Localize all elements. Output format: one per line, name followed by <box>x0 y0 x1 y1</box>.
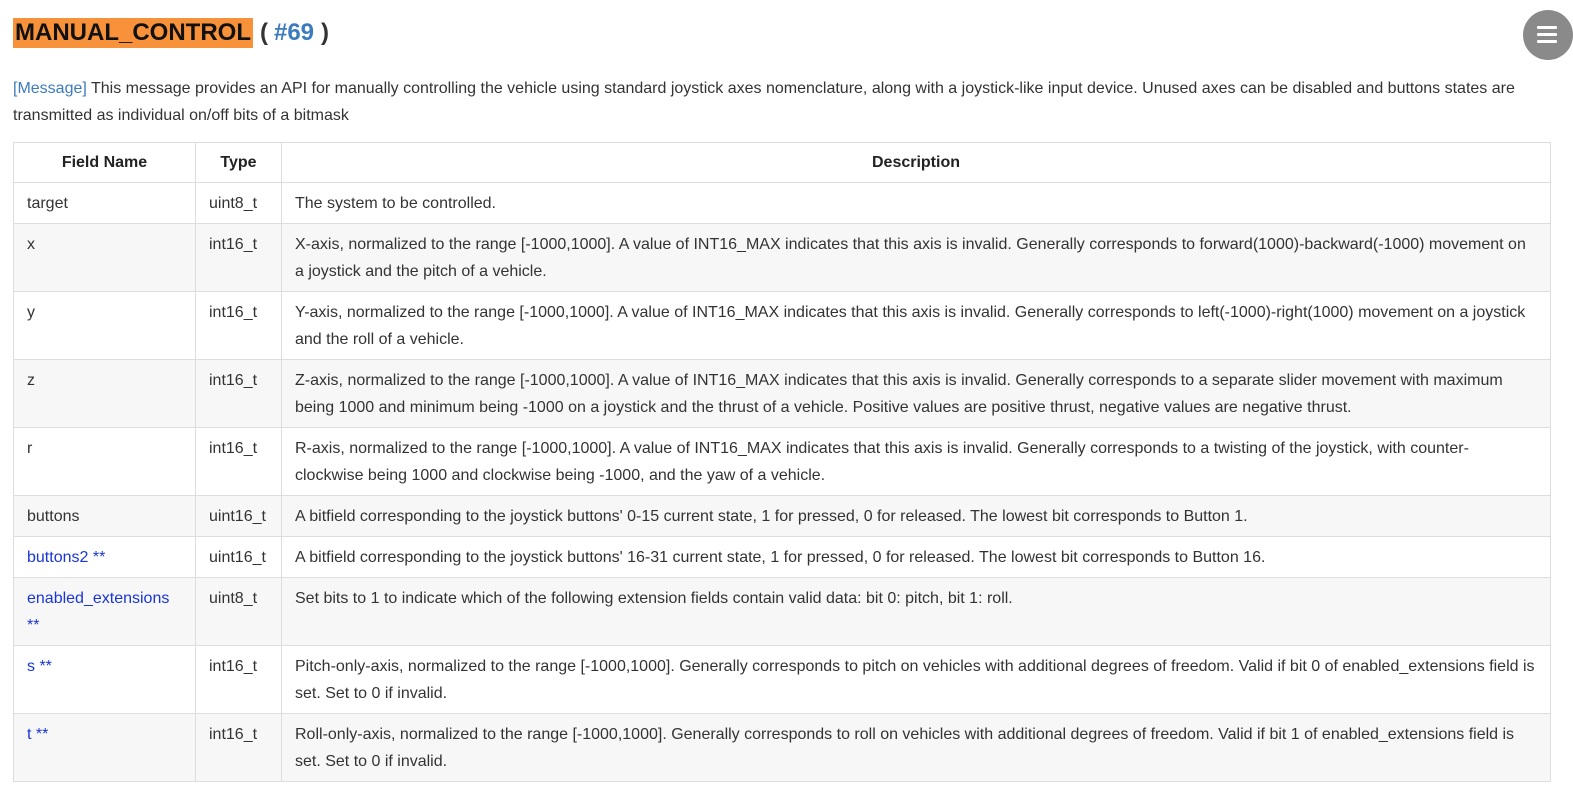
field-name-cell: buttons <box>13 495 196 537</box>
field-name-cell: buttons2 ** <box>13 536 196 578</box>
field-name-cell: enabled_extensions ** <box>13 577 196 646</box>
table-row: s ** int16_t Pitch-only-axis, normalized… <box>13 645 1551 714</box>
field-name: buttons2 <box>27 549 89 566</box>
table-row: buttons2 ** uint16_t A bitfield correspo… <box>13 536 1551 578</box>
header-description: Description <box>281 142 1551 183</box>
message-name: MANUAL_CONTROL <box>13 18 253 48</box>
fields-table: Field Name Type Description target uint8… <box>13 142 1551 782</box>
hamburger-icon <box>1537 26 1557 29</box>
extension-field-link[interactable]: enabled_extensions ** <box>27 590 169 634</box>
field-name: enabled_extensions <box>27 590 170 607</box>
message-description-text: This message provides an API for manuall… <box>13 80 1515 124</box>
field-type-cell: uint8_t <box>195 182 282 224</box>
table-row: t ** int16_t Roll-only-axis, normalized … <box>13 713 1551 782</box>
table-row: enabled_extensions ** uint8_t Set bits t… <box>13 577 1551 646</box>
field-name: buttons <box>27 508 80 525</box>
field-name-cell: r <box>13 427 196 496</box>
title-paren-open: ( <box>259 19 268 46</box>
field-description-cell: R-axis, normalized to the range [-1000,1… <box>281 427 1551 496</box>
table-row: target uint8_t The system to be controll… <box>13 182 1551 224</box>
field-name: y <box>27 304 35 321</box>
field-description-cell: A bitfield corresponding to the joystick… <box>281 536 1551 578</box>
field-type-cell: int16_t <box>195 427 282 496</box>
page-title: MANUAL_CONTROL ( #69 ) <box>13 16 329 50</box>
extension-marker: ** <box>27 617 40 634</box>
message-tag: [Message] <box>13 80 87 97</box>
extension-field-link[interactable]: s ** <box>27 658 52 675</box>
table-row: buttons uint16_t A bitfield correspondin… <box>13 495 1551 537</box>
field-type-cell: int16_t <box>195 223 282 292</box>
table-row: y int16_t Y-axis, normalized to the rang… <box>13 291 1551 360</box>
field-type-cell: uint8_t <box>195 577 282 646</box>
field-type-cell: int16_t <box>195 713 282 782</box>
message-id-link[interactable]: #69 <box>274 19 314 47</box>
field-type-cell: int16_t <box>195 359 282 428</box>
field-name: s <box>27 658 35 675</box>
field-name: x <box>27 236 35 253</box>
field-name-cell: target <box>13 182 196 224</box>
field-name-cell: z <box>13 359 196 428</box>
field-name: z <box>27 372 35 389</box>
field-description-cell: A bitfield corresponding to the joystick… <box>281 495 1551 537</box>
field-description-cell: The system to be controlled. <box>281 182 1551 224</box>
field-description-cell: Z-axis, normalized to the range [-1000,1… <box>281 359 1551 428</box>
extension-marker: ** <box>39 658 52 675</box>
field-name-cell: x <box>13 223 196 292</box>
message-description: [Message] This message provides an API f… <box>13 75 1543 129</box>
table-row: z int16_t Z-axis, normalized to the rang… <box>13 359 1551 428</box>
field-name: target <box>27 195 68 212</box>
field-name: t <box>27 726 32 743</box>
extension-field-link[interactable]: buttons2 ** <box>27 549 105 566</box>
table-row: r int16_t R-axis, normalized to the rang… <box>13 427 1551 496</box>
field-type-cell: uint16_t <box>195 495 282 537</box>
field-name-cell: t ** <box>13 713 196 782</box>
header-field-name: Field Name <box>13 142 196 183</box>
field-description-cell: Pitch-only-axis, normalized to the range… <box>281 645 1551 714</box>
menu-button[interactable] <box>1523 10 1573 60</box>
title-paren-close: ) <box>321 19 330 46</box>
table-row: x int16_t X-axis, normalized to the rang… <box>13 223 1551 292</box>
extension-marker: ** <box>35 726 49 743</box>
table-header-row: Field Name Type Description <box>13 142 1551 183</box>
field-type-cell: int16_t <box>195 645 282 714</box>
field-description-cell: Y-axis, normalized to the range [-1000,1… <box>281 291 1551 360</box>
field-name-cell: y <box>13 291 196 360</box>
hamburger-icon-line <box>1537 33 1557 36</box>
field-type-cell: uint16_t <box>195 536 282 578</box>
field-description-cell: X-axis, normalized to the range [-1000,1… <box>281 223 1551 292</box>
extension-field-link[interactable]: t ** <box>27 726 48 743</box>
field-description-cell: Set bits to 1 to indicate which of the f… <box>281 577 1551 646</box>
field-name: r <box>27 440 33 457</box>
hamburger-icon-line <box>1537 40 1557 43</box>
field-name-cell: s ** <box>13 645 196 714</box>
extension-marker: ** <box>92 549 106 566</box>
header-type: Type <box>195 142 282 183</box>
field-description-cell: Roll-only-axis, normalized to the range … <box>281 713 1551 782</box>
field-type-cell: int16_t <box>195 291 282 360</box>
